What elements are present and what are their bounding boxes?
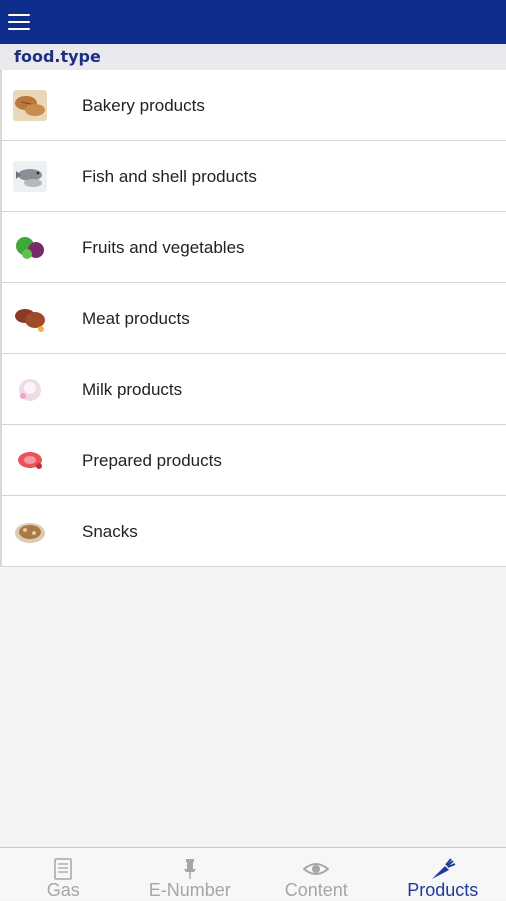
list-item-meat-products[interactable]: Meat products — [2, 283, 506, 354]
milk-thumbnail — [13, 374, 47, 405]
bread-thumbnail — [13, 90, 47, 121]
list-item-label: Fruits and vegetables — [82, 212, 245, 283]
list-item-snacks[interactable]: Snacks — [2, 496, 506, 567]
tab-gas[interactable]: Gas — [0, 848, 127, 900]
list-item-label: Prepared products — [82, 425, 222, 496]
list-item-bakery-products[interactable]: Bakery products — [2, 70, 506, 141]
list-item-fish-and-shell-products[interactable]: Fish and shell products — [2, 141, 506, 212]
list-item-prepared-products[interactable]: Prepared products — [2, 425, 506, 496]
tab-label: Gas — [0, 880, 127, 901]
vegetables-thumbnail — [13, 232, 47, 263]
bottom-tab-bar: Gas E-Number Content — [0, 847, 506, 900]
list-item-milk-products[interactable]: Milk products — [2, 354, 506, 425]
hamburger-menu-icon[interactable] — [8, 12, 30, 32]
tab-products[interactable]: Products — [380, 848, 506, 900]
tab-label: E-Number — [127, 880, 254, 901]
snacks-thumbnail — [13, 516, 47, 547]
meat-thumbnail — [13, 303, 47, 334]
list-item-label: Snacks — [82, 496, 138, 567]
prepared-food-thumbnail — [13, 445, 47, 476]
list-item-label: Milk products — [82, 354, 182, 425]
tab-label: Content — [253, 880, 380, 901]
list-item-label: Meat products — [82, 283, 190, 354]
list-item-label: Fish and shell products — [82, 141, 257, 212]
top-app-bar — [0, 0, 506, 44]
tab-content[interactable]: Content — [253, 848, 380, 900]
food-type-list: Bakery products Fish and shell products … — [0, 70, 506, 567]
tab-label: Products — [380, 880, 506, 901]
section-header: food.type — [0, 44, 506, 70]
fish-thumbnail — [13, 161, 47, 192]
list-item-label: Bakery products — [82, 70, 205, 141]
tab-e-number[interactable]: E-Number — [127, 848, 254, 900]
list-item-fruits-and-vegetables[interactable]: Fruits and vegetables — [2, 212, 506, 283]
